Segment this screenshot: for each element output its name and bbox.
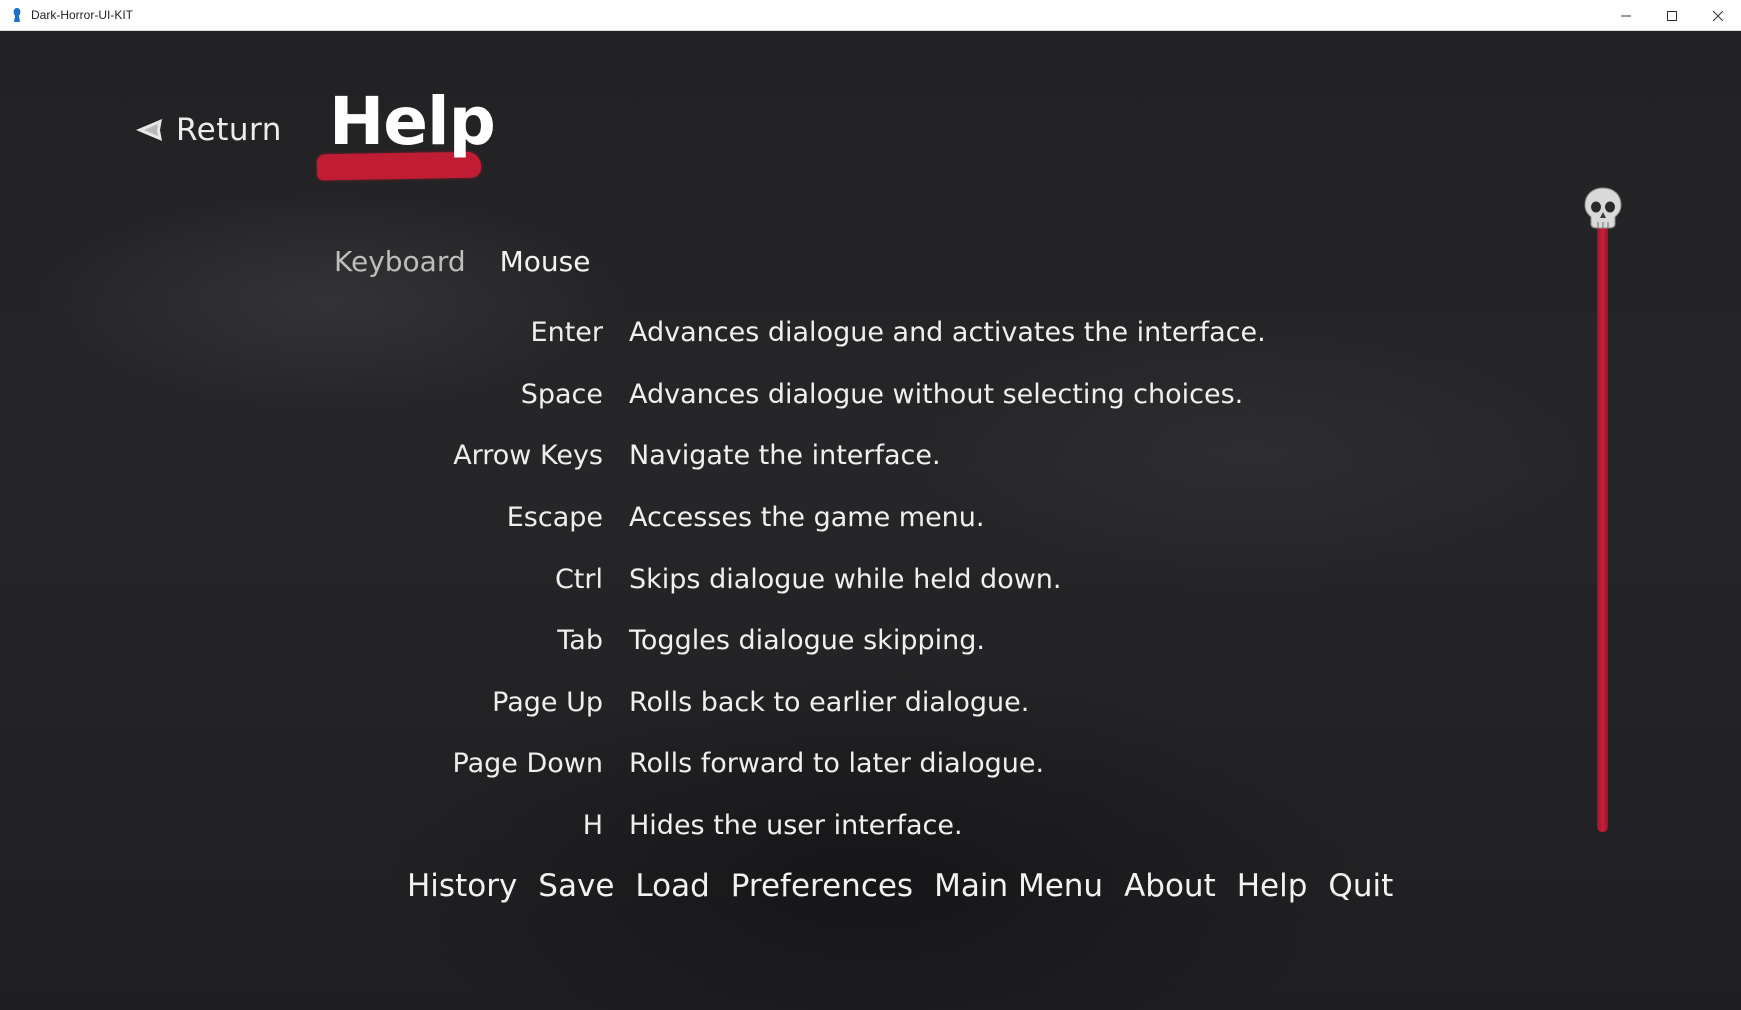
help-row: Ctrl Skips dialogue while held down. bbox=[420, 548, 1420, 610]
help-description: Rolls forward to later dialogue. bbox=[629, 748, 1045, 780]
help-key: Space bbox=[520, 378, 603, 410]
nav-preferences[interactable]: Preferences bbox=[731, 868, 913, 904]
help-description: Advances dialogue without selecting choi… bbox=[629, 378, 1244, 410]
return-button[interactable]: Return bbox=[134, 105, 282, 155]
help-key: Enter bbox=[530, 317, 603, 349]
vertical-scrollbar[interactable] bbox=[1583, 186, 1623, 866]
maximize-button[interactable] bbox=[1649, 0, 1695, 31]
app-icon bbox=[11, 7, 23, 23]
help-key: Tab bbox=[557, 625, 603, 657]
return-label: Return bbox=[176, 112, 282, 148]
scrollbar-track[interactable] bbox=[1597, 224, 1608, 832]
help-row: Arrow Keys Navigate the interface. bbox=[420, 425, 1420, 487]
help-description: Hides the user interface. bbox=[629, 810, 963, 842]
help-key: Escape bbox=[506, 502, 603, 534]
game-screen: Return Help Keyboard Mouse Enter Advance… bbox=[0, 31, 1741, 1010]
nav-about[interactable]: About bbox=[1124, 868, 1216, 904]
help-key: H bbox=[582, 810, 603, 842]
help-description: Rolls back to earlier dialogue. bbox=[629, 686, 1030, 718]
help-key: Page Up bbox=[492, 686, 603, 718]
skull-icon[interactable] bbox=[1583, 186, 1623, 230]
nav-load[interactable]: Load bbox=[635, 868, 709, 904]
window-controls bbox=[1603, 0, 1741, 31]
help-description: Navigate the interface. bbox=[629, 440, 941, 472]
help-description: Toggles dialogue skipping. bbox=[629, 625, 985, 657]
help-row: H Hides the user interface. bbox=[420, 795, 1420, 857]
nav-main-menu[interactable]: Main Menu bbox=[934, 868, 1103, 904]
help-row: Tab Toggles dialogue skipping. bbox=[420, 610, 1420, 672]
window-title: Dark-Horror-UI-KIT bbox=[31, 8, 133, 22]
bottom-navigation: History Save Load Preferences Main Menu … bbox=[407, 868, 1393, 904]
nav-save[interactable]: Save bbox=[538, 868, 614, 904]
help-key: Page Down bbox=[452, 748, 603, 780]
window-titlebar: Dark-Horror-UI-KIT bbox=[0, 0, 1741, 31]
help-table: Enter Advances dialogue and activates th… bbox=[420, 302, 1420, 856]
nav-help[interactable]: Help bbox=[1237, 868, 1308, 904]
help-row: Escape Accesses the game menu. bbox=[420, 487, 1420, 549]
maximize-icon bbox=[1667, 10, 1677, 21]
help-key: Ctrl bbox=[554, 563, 603, 595]
page-title-block: Help bbox=[315, 81, 496, 191]
close-button[interactable] bbox=[1695, 0, 1741, 31]
close-icon bbox=[1713, 10, 1723, 21]
minimize-icon bbox=[1621, 15, 1631, 16]
back-arrow-icon bbox=[136, 119, 162, 141]
help-row: Page Up Rolls back to earlier dialogue. bbox=[420, 672, 1420, 734]
help-row: Space Advances dialogue without selectin… bbox=[420, 364, 1420, 426]
help-description: Skips dialogue while held down. bbox=[629, 563, 1062, 595]
help-tabs: Keyboard Mouse bbox=[334, 245, 590, 278]
help-row: Page Down Rolls forward to later dialogu… bbox=[420, 733, 1420, 795]
tab-mouse[interactable]: Mouse bbox=[500, 245, 591, 278]
help-row: Enter Advances dialogue and activates th… bbox=[420, 302, 1420, 364]
nav-history[interactable]: History bbox=[407, 868, 517, 904]
nav-quit[interactable]: Quit bbox=[1328, 868, 1393, 904]
page-title: Help bbox=[329, 83, 496, 160]
help-description: Advances dialogue and activates the inte… bbox=[629, 317, 1266, 349]
tab-keyboard[interactable]: Keyboard bbox=[334, 245, 466, 278]
minimize-button[interactable] bbox=[1603, 0, 1649, 31]
help-description: Accesses the game menu. bbox=[629, 502, 985, 534]
help-key: Arrow Keys bbox=[453, 440, 603, 472]
